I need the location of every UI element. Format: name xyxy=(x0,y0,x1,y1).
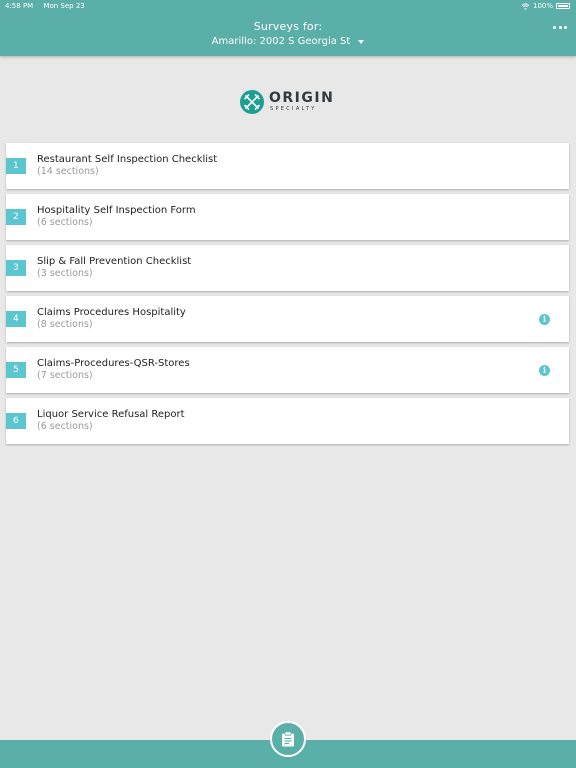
page-title: Surveys for: xyxy=(253,20,323,33)
survey-item[interactable]: 2 Hospitality Self Inspection Form (6 se… xyxy=(6,194,569,240)
logo-subtitle: SPECIALTY xyxy=(270,106,317,112)
info-icon[interactable]: i xyxy=(539,314,550,325)
survey-item[interactable]: 4 Claims Procedures Hospitality (8 secti… xyxy=(6,296,569,342)
survey-item[interactable]: 5 Claims-Procedures-QSR-Stores (7 sectio… xyxy=(6,347,569,393)
survey-sections: (6 sections) xyxy=(37,421,93,432)
survey-title: Hospitality Self Inspection Form xyxy=(37,205,196,216)
survey-number: 6 xyxy=(6,413,26,429)
status-date: Mon Sep 23 xyxy=(43,2,85,10)
survey-sections: (8 sections) xyxy=(37,319,93,330)
logo-mark-icon xyxy=(240,90,264,114)
survey-title: Slip & Fall Prevention Checklist xyxy=(37,256,192,267)
survey-number: 3 xyxy=(6,260,26,276)
chevron-down-icon xyxy=(358,40,365,44)
surveys-fab-button[interactable] xyxy=(270,721,306,757)
survey-item[interactable]: 3 Slip & Fall Prevention Checklist (3 se… xyxy=(6,245,569,291)
survey-sections: (14 sections) xyxy=(37,166,99,177)
location-selector[interactable]: Amarillo: 2002 S Georgia St xyxy=(0,36,576,47)
survey-list: 1 Restaurant Self Inspection Checklist (… xyxy=(6,143,569,449)
origin-specialty-logo: ORIGIN SPECIALTY xyxy=(240,89,334,115)
status-bar: 4:58 PM Mon Sep 23 100% xyxy=(0,0,576,12)
survey-title: Liquor Service Refusal Report xyxy=(37,409,185,420)
app-header: 4:58 PM Mon Sep 23 100% Surveys for: Ama… xyxy=(0,0,576,56)
more-icon[interactable] xyxy=(553,20,567,34)
survey-number: 2 xyxy=(6,209,26,225)
survey-sections: (7 sections) xyxy=(37,370,93,381)
clipboard-icon xyxy=(282,731,294,747)
survey-sections: (3 sections) xyxy=(37,268,93,279)
survey-title: Claims Procedures Hospitality xyxy=(37,307,186,318)
wifi-icon xyxy=(521,2,530,10)
survey-number: 4 xyxy=(6,311,26,327)
survey-title: Claims-Procedures-QSR-Stores xyxy=(37,358,190,369)
survey-title: Restaurant Self Inspection Checklist xyxy=(37,154,218,165)
battery-icon xyxy=(556,3,570,9)
logo-name: ORIGIN xyxy=(269,90,335,106)
location-label: Amarillo: 2002 S Georgia St xyxy=(211,36,351,47)
survey-sections: (6 sections) xyxy=(37,217,93,228)
status-time: 4:58 PM xyxy=(5,2,34,10)
battery-percent: 100% xyxy=(532,2,553,10)
survey-number: 5 xyxy=(6,362,26,378)
survey-item[interactable]: 6 Liquor Service Refusal Report (6 secti… xyxy=(6,398,569,444)
survey-number: 1 xyxy=(6,158,26,174)
survey-item[interactable]: 1 Restaurant Self Inspection Checklist (… xyxy=(6,143,569,189)
info-icon[interactable]: i xyxy=(539,365,550,376)
